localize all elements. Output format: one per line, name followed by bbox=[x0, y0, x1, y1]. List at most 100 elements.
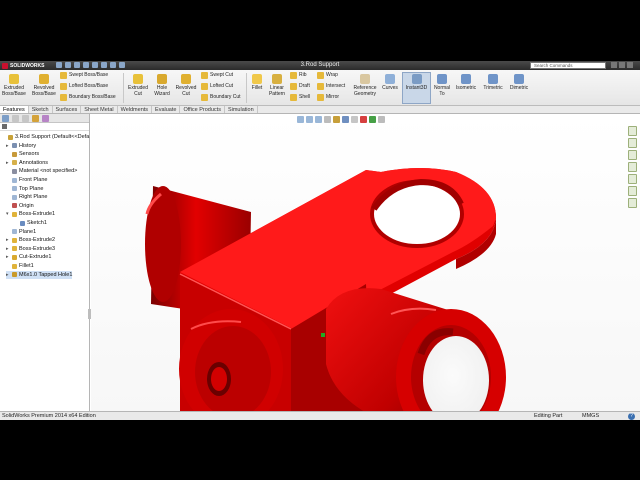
minimize-icon[interactable] bbox=[611, 62, 617, 68]
tab-sketch[interactable]: Sketch bbox=[29, 106, 53, 113]
feature-tree-item[interactable]: Top Plane bbox=[6, 185, 43, 193]
swept-boss-icon bbox=[60, 72, 67, 79]
tab-office-products[interactable]: Office Products bbox=[180, 106, 225, 113]
expand-toggle-icon[interactable]: ▸ bbox=[6, 159, 10, 167]
status-bar: SolidWorks Premium 2014 x64 Edition Edit… bbox=[0, 411, 640, 420]
zoom-to-fit-icon[interactable] bbox=[297, 115, 304, 123]
revolved-boss-button[interactable]: Revolved Boss/Base bbox=[30, 74, 58, 97]
tab-evaluate[interactable]: Evaluate bbox=[152, 106, 181, 113]
instant3d-button[interactable]: Instant3D bbox=[402, 74, 431, 91]
sketch-icon bbox=[20, 220, 25, 226]
edit-appearance-icon[interactable] bbox=[360, 115, 367, 123]
right-cylinder-bore[interactable] bbox=[326, 288, 506, 414]
close-icon[interactable] bbox=[627, 62, 633, 68]
expand-toggle-icon[interactable]: ▸ bbox=[6, 142, 10, 150]
feature-tree-item-label: Boss-Extrude1 bbox=[19, 211, 56, 218]
feature-tree-item[interactable]: ▸ Boss-Extrude2 bbox=[6, 236, 55, 244]
feature-tree-icon[interactable] bbox=[2, 115, 9, 122]
rib-button[interactable]: Rib bbox=[290, 71, 307, 80]
design-library-icon[interactable] bbox=[627, 138, 637, 148]
trimetric-button[interactable]: Trimetric bbox=[480, 74, 506, 91]
custom-properties-icon[interactable] bbox=[627, 186, 637, 196]
help-icon[interactable] bbox=[619, 62, 625, 68]
feature-tree-item[interactable]: Origin bbox=[6, 202, 34, 210]
forum-icon[interactable] bbox=[627, 198, 637, 208]
isometric-button[interactable]: Isometric bbox=[453, 74, 479, 91]
display-style-icon[interactable] bbox=[342, 115, 349, 123]
zoom-to-area-icon[interactable] bbox=[306, 115, 313, 123]
rod-support-model[interactable] bbox=[91, 114, 640, 414]
feature-tree-item[interactable]: ▸ Cut-Extrude1 bbox=[6, 253, 51, 261]
wrap-button[interactable]: Wrap bbox=[317, 71, 338, 80]
expand-toggle-icon[interactable]: ▸ bbox=[6, 245, 10, 253]
previous-view-icon[interactable] bbox=[315, 115, 322, 123]
feature-tree-item[interactable]: Sketch1 bbox=[14, 219, 47, 227]
linear-pattern-button[interactable]: Linear Pattern bbox=[266, 74, 288, 97]
view-palette-icon[interactable] bbox=[627, 162, 637, 172]
appearances-icon[interactable] bbox=[627, 174, 637, 184]
search-commands-input[interactable]: Search Commands bbox=[530, 62, 606, 69]
feature-tree-item[interactable]: Front Plane bbox=[6, 176, 47, 184]
tab-weldments[interactable]: Weldments bbox=[118, 106, 153, 113]
shell-button[interactable]: Shell bbox=[290, 93, 310, 102]
dimetric-button[interactable]: Dimetric bbox=[506, 74, 532, 91]
task-pane-tabs bbox=[626, 126, 638, 214]
lofted-boss-button[interactable]: Lofted Boss/Base bbox=[60, 82, 108, 91]
hide-show-items-icon[interactable] bbox=[351, 115, 358, 123]
unit-system-selector[interactable]: MMGS bbox=[582, 412, 599, 420]
tab-surfaces[interactable]: Surfaces bbox=[53, 106, 82, 113]
feature-tree-item[interactable]: Sensors bbox=[6, 150, 39, 158]
feature-tree-item[interactable]: ▾ Boss-Extrude1 bbox=[6, 210, 55, 218]
editing-mode-label: Editing Part bbox=[534, 413, 563, 419]
view-orientation-icon[interactable] bbox=[333, 115, 340, 123]
expand-toggle-icon[interactable]: ▾ bbox=[6, 210, 10, 218]
graphics-area[interactable] bbox=[91, 114, 640, 414]
configuration-manager-icon[interactable] bbox=[22, 115, 29, 122]
feature-tree-item[interactable]: ▸ History bbox=[6, 142, 36, 150]
feature-tree-item[interactable]: Right Plane bbox=[6, 193, 47, 201]
apply-scene-icon[interactable] bbox=[369, 115, 376, 123]
feature-tree-item[interactable]: Fillet1 bbox=[6, 262, 34, 270]
feature-tree-item[interactable]: Plane1 bbox=[6, 228, 36, 236]
section-view-icon[interactable] bbox=[324, 115, 331, 123]
help-icon[interactable]: ? bbox=[628, 413, 635, 420]
feature-tree-item[interactable]: ▸ M6x1.0 Tapped Hole1 bbox=[6, 270, 73, 279]
solidworks-resources-icon[interactable] bbox=[627, 126, 637, 136]
feature-tree-item[interactable]: 3.Rod Support (Default<<Defa bbox=[2, 133, 89, 141]
property-manager-icon[interactable] bbox=[12, 115, 19, 122]
expand-toggle-icon[interactable]: ▸ bbox=[6, 253, 10, 261]
boundary-cut-button[interactable]: Boundary Cut bbox=[201, 93, 241, 102]
extruded-cut-button[interactable]: Extruded Cut bbox=[126, 74, 150, 97]
display-manager-icon[interactable] bbox=[42, 115, 49, 122]
fillet-button[interactable]: Fillet bbox=[248, 74, 266, 91]
feature-tree-item[interactable]: Material <not specified> bbox=[6, 167, 77, 175]
mirror-button[interactable]: Mirror bbox=[317, 93, 339, 102]
boundary-boss-button[interactable]: Boundary Boss/Base bbox=[60, 93, 116, 102]
curves-button[interactable]: Curves bbox=[380, 74, 400, 91]
revolved-cut-button[interactable]: Revolved Cut bbox=[174, 74, 198, 97]
hole-wizard-button[interactable]: Hole Wizard bbox=[152, 74, 172, 97]
feature-filter[interactable] bbox=[0, 123, 89, 131]
reference-geometry-button[interactable]: Reference Geometry bbox=[350, 74, 380, 97]
swept-boss-button[interactable]: Swept Boss/Base bbox=[60, 71, 108, 80]
tab-simulation[interactable]: Simulation bbox=[225, 106, 258, 113]
origin-icon bbox=[12, 203, 17, 209]
draft-button[interactable]: Draft bbox=[290, 82, 310, 91]
intersect-button[interactable]: Intersect bbox=[317, 82, 345, 91]
hole-wizard-icon bbox=[157, 74, 167, 84]
feature-manager-tabs bbox=[0, 114, 89, 123]
normal-to-button[interactable]: Normal To bbox=[431, 74, 453, 97]
file-explorer-icon[interactable] bbox=[627, 150, 637, 160]
dimxpert-icon[interactable] bbox=[32, 115, 39, 122]
feature-tree-item[interactable]: ▸ Boss-Extrude3 bbox=[6, 245, 55, 253]
view-settings-icon[interactable] bbox=[378, 115, 385, 123]
expand-toggle-icon[interactable]: ▸ bbox=[6, 236, 10, 244]
lofted-cut-button[interactable]: Lofted Cut bbox=[201, 82, 233, 91]
swept-cut-button[interactable]: Swept Cut bbox=[201, 71, 233, 80]
tab-features[interactable]: Features bbox=[0, 106, 29, 113]
tab-sheet-metal[interactable]: Sheet Metal bbox=[81, 106, 118, 113]
expand-toggle-icon[interactable]: ▸ bbox=[6, 271, 10, 279]
feature-tree-item[interactable]: ▸ Annotations bbox=[6, 159, 48, 167]
selection-cursor-marker bbox=[321, 333, 325, 337]
extruded-boss-button[interactable]: Extruded Boss/Base bbox=[2, 74, 26, 97]
